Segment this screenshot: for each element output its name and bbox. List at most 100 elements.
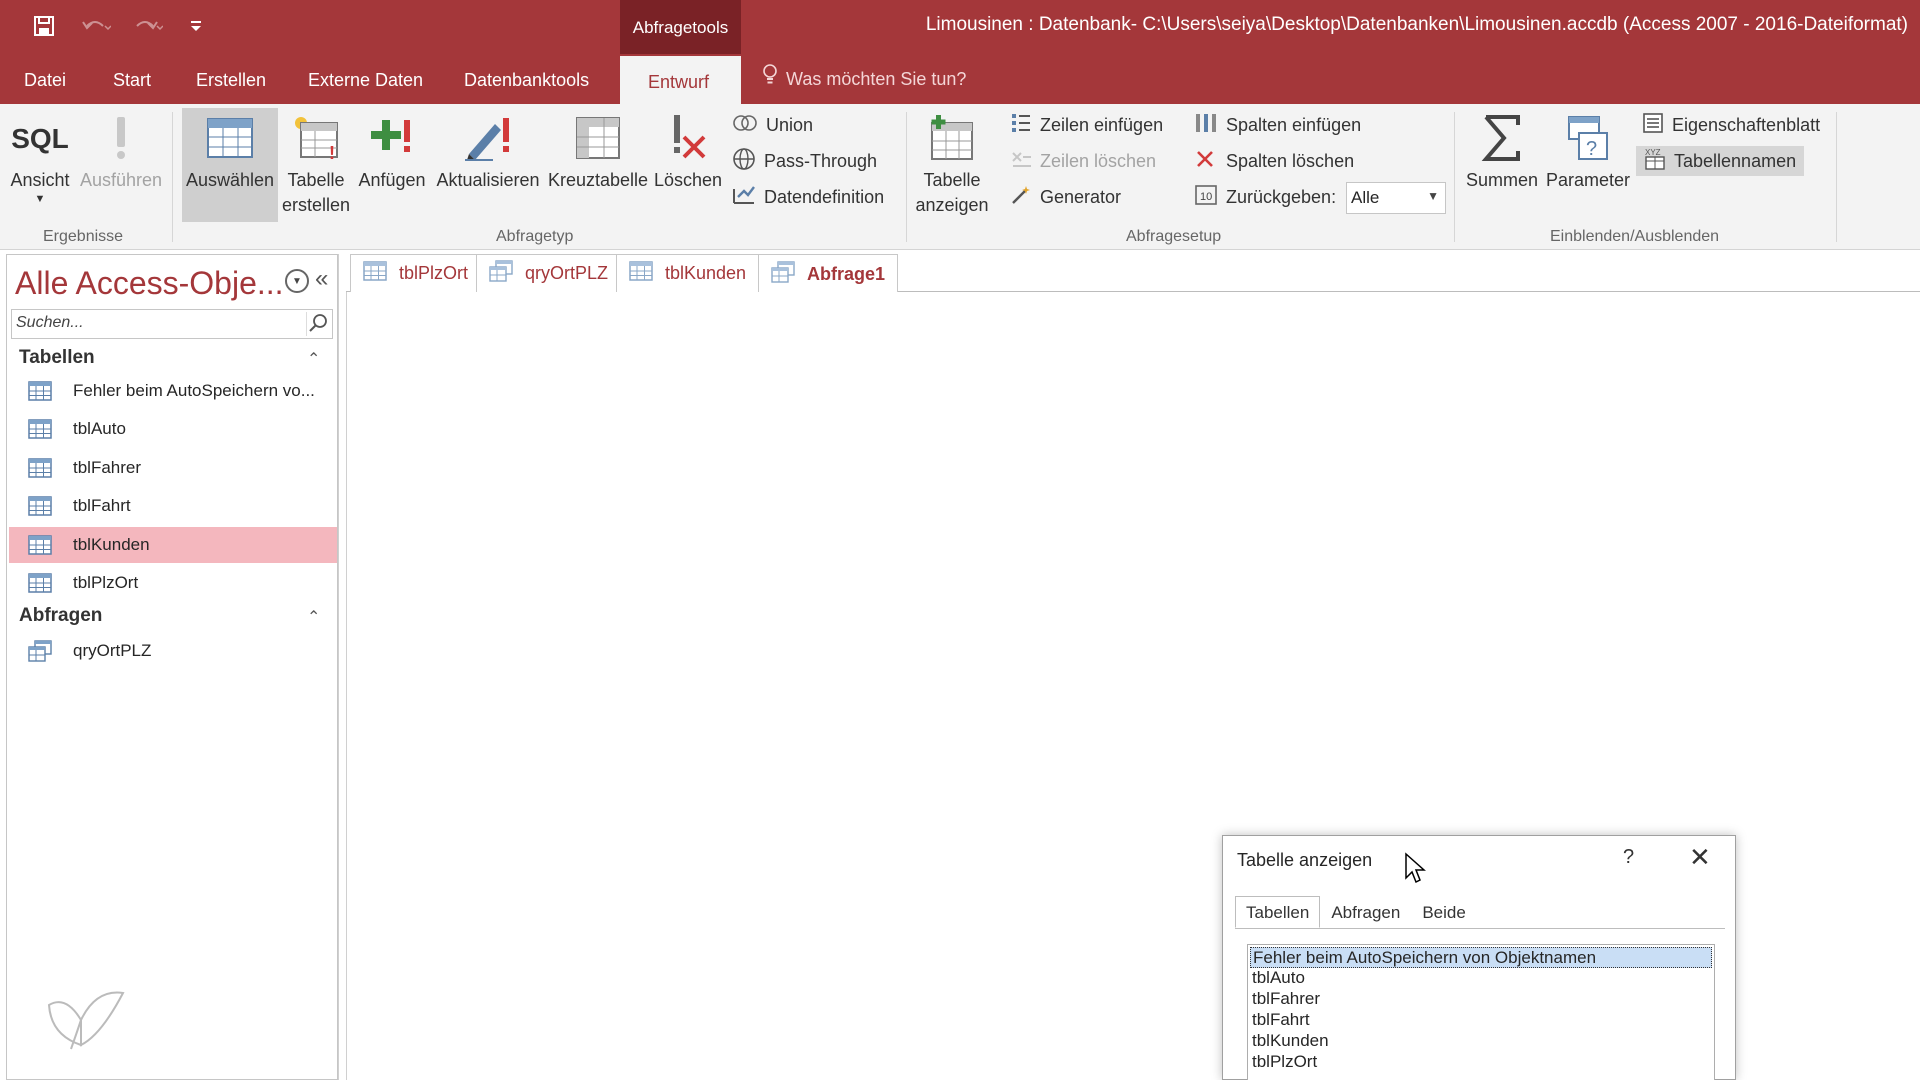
dialog-tab-abfragen[interactable]: Abfragen	[1320, 896, 1411, 928]
search-icon[interactable]	[306, 312, 330, 336]
list-item[interactable]: tblFahrt	[1250, 1010, 1712, 1031]
collapse-pane-icon[interactable]: «	[315, 265, 328, 293]
mouse-pointer-icon	[1404, 852, 1426, 889]
anfuegen-button[interactable]: Anfügen	[356, 108, 428, 193]
undo-icon[interactable]	[76, 10, 116, 42]
pass-through-label: Pass-Through	[764, 150, 878, 171]
loeschen-button[interactable]: Löschen	[652, 108, 724, 193]
list-item-selected[interactable]: Fehler beim AutoSpeichern von Objektname…	[1250, 947, 1712, 968]
list-item[interactable]: tblKunden	[1250, 1031, 1712, 1052]
parameter-button[interactable]: ? Parameter	[1544, 108, 1632, 193]
nav-item-table-selected[interactable]: tblKunden	[9, 527, 337, 563]
union-button[interactable]: Union	[732, 110, 813, 140]
list-item[interactable]: tblFahrer	[1250, 989, 1712, 1010]
nav-search-input[interactable]	[16, 314, 296, 332]
nav-menu-chevron-icon[interactable]: ▼	[285, 269, 309, 293]
zeilen-einfuegen-button[interactable]: Zeilen einfügen	[1010, 110, 1163, 140]
doc-tab-query-active[interactable]: Abfrage1	[758, 254, 899, 293]
nav-item-label: tblAuto	[73, 419, 126, 438]
nav-item-table[interactable]: tblAuto	[9, 411, 337, 447]
nav-item-query[interactable]: qryOrtPLZ	[9, 633, 337, 669]
ausfuehren-button[interactable]: Ausführen	[76, 108, 166, 193]
tab-datenbanktools[interactable]: Datenbanktools	[464, 54, 589, 104]
zurueckgeben-dropdown[interactable]: Alle ▼	[1346, 182, 1446, 214]
tabelle-anzeigen-button[interactable]: Tabelle anzeigen	[912, 108, 992, 218]
svg-text:XYZ: XYZ	[1645, 148, 1661, 157]
zeilen-loeschen-button[interactable]: Zeilen löschen	[1010, 146, 1156, 176]
nav-item-table[interactable]: tblPlzOrt	[9, 565, 337, 601]
customize-qat-icon[interactable]	[184, 10, 208, 42]
list-item[interactable]: tblPlzOrt	[1250, 1052, 1712, 1073]
close-icon[interactable]: ✕	[1689, 842, 1711, 873]
window-title: Limousinen : Datenbank- C:\Users\seiya\D…	[925, 14, 1908, 35]
datendefinition-button[interactable]: Datendefinition	[732, 182, 884, 212]
run-icon	[113, 108, 129, 168]
tell-me-box[interactable]: Was möchten Sie tun?	[762, 54, 966, 104]
spalten-einfuegen-button[interactable]: Spalten einfügen	[1194, 110, 1361, 140]
ansicht-button[interactable]: SQL Ansicht ▼	[4, 108, 76, 205]
table-icon	[27, 418, 53, 440]
tabelle-erstellen-button[interactable]: ! Tabelle erstellen	[282, 108, 350, 218]
generator-button[interactable]: Generator	[1010, 182, 1121, 212]
table-icon	[27, 495, 53, 517]
eigenschaftenblatt-button[interactable]: Eigenschaftenblatt	[1642, 110, 1820, 140]
spalten-loeschen-button[interactable]: Spalten löschen	[1194, 146, 1354, 176]
auswaehlen-button[interactable]: Auswählen	[182, 108, 278, 222]
tabelle-anzeigen-label-2: anzeigen	[915, 195, 989, 215]
show-table-icon	[928, 108, 976, 168]
nav-item-label: tblFahrer	[73, 458, 142, 477]
doc-tab-table[interactable]: tblKunden	[616, 254, 760, 292]
group-separator	[1454, 112, 1455, 242]
nav-item-table[interactable]: Fehler beim AutoSpeichern vo...	[9, 373, 337, 409]
collapse-group-icon[interactable]: ⌃	[307, 607, 320, 627]
dialog-tabs: Tabellen Abfragen Beide	[1235, 896, 1477, 928]
anfuegen-label: Anfügen	[358, 170, 426, 190]
tab-divider	[1235, 928, 1725, 929]
select-query-icon	[205, 108, 255, 168]
dropdown-arrow-icon: ▼	[34, 193, 46, 205]
tab-entwurf[interactable]: Entwurf	[620, 56, 741, 106]
zeilen-einfuegen-label: Zeilen einfügen	[1040, 114, 1164, 135]
help-icon[interactable]: ?	[1623, 846, 1634, 869]
dialog-tab-beide[interactable]: Beide	[1411, 896, 1476, 928]
doc-tab-query[interactable]: qryOrtPLZ	[476, 254, 622, 292]
nav-pane-title[interactable]: Alle Access-Obje...	[15, 265, 284, 302]
parameter-icon: ?	[1565, 108, 1611, 168]
tab-erstellen[interactable]: Erstellen	[196, 54, 266, 104]
aktualisieren-button[interactable]: Aktualisieren	[434, 108, 542, 193]
nav-item-table[interactable]: tblFahrt	[9, 488, 337, 524]
doc-tab-table[interactable]: tblPlzOrt	[350, 254, 482, 292]
crosstab-icon	[575, 108, 621, 168]
tab-datei[interactable]: Datei	[24, 54, 66, 104]
kreuztabelle-button[interactable]: Kreuztabelle	[548, 108, 648, 193]
dialog-tab-tabellen[interactable]: Tabellen	[1235, 896, 1321, 928]
tab-externe-daten[interactable]: Externe Daten	[308, 54, 423, 104]
summen-button[interactable]: Summen	[1462, 108, 1542, 193]
table-icon	[629, 261, 653, 286]
tab-start[interactable]: Start	[113, 54, 151, 104]
aktualisieren-label: Aktualisieren	[436, 170, 540, 190]
delete-rows-icon	[1010, 148, 1032, 175]
nav-group-tabellen[interactable]: Tabellen	[19, 347, 95, 369]
return-values-icon: 10	[1194, 184, 1218, 211]
sigma-icon	[1480, 108, 1524, 168]
nav-item-label: tblPlzOrt	[73, 573, 139, 592]
tabellennamen-button[interactable]: XYZ Tabellennamen	[1636, 146, 1805, 176]
datendefinition-label: Datendefinition	[764, 186, 885, 207]
pane-splitter[interactable]	[338, 254, 346, 1080]
append-icon	[370, 108, 414, 168]
generator-label: Generator	[1040, 186, 1122, 207]
redo-icon[interactable]	[128, 10, 168, 42]
pass-through-button[interactable]: Pass-Through	[732, 146, 877, 176]
nav-item-table[interactable]: tblFahrer	[9, 450, 337, 486]
nav-item-label: qryOrtPLZ	[73, 641, 152, 660]
list-item[interactable]: tblAuto	[1250, 968, 1712, 989]
save-icon[interactable]	[28, 10, 60, 42]
collapse-group-icon[interactable]: ⌃	[307, 349, 320, 369]
kreuztabelle-label: Kreuztabelle	[547, 170, 649, 190]
spalten-loeschen-label: Spalten löschen	[1226, 150, 1355, 171]
delete-columns-icon	[1194, 148, 1218, 175]
globe-icon	[732, 147, 756, 176]
table-icon	[363, 261, 387, 286]
nav-group-abfragen[interactable]: Abfragen	[19, 605, 102, 627]
